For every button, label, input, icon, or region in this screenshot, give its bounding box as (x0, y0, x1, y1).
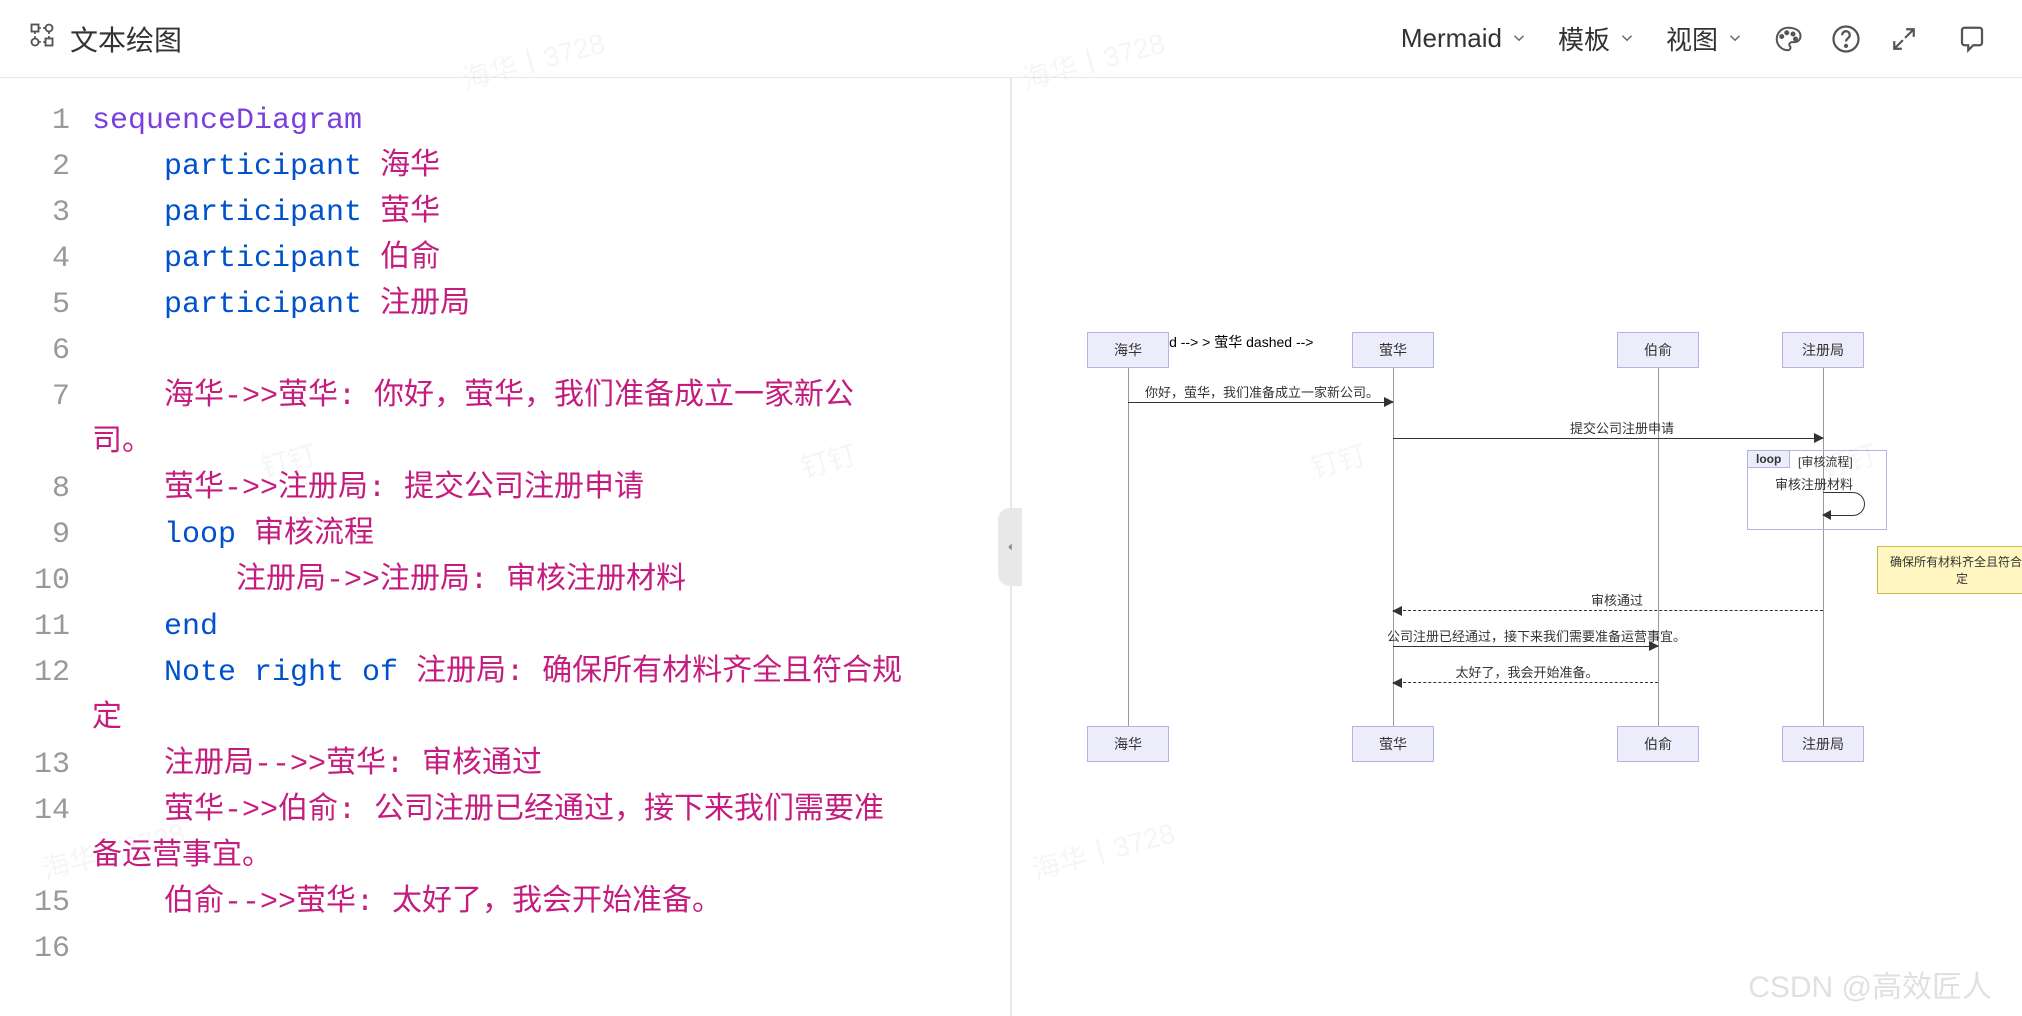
line-number: 15 (30, 880, 92, 926)
code-content[interactable]: 伯俞-->>萤华: 太好了，我会开始准备。 (92, 880, 722, 926)
code-line[interactable]: 7 海华->>萤华: 你好，萤华，我们准备成立一家新公 (30, 374, 1000, 420)
footer-watermark: CSDN @高效匠人 (1748, 962, 1992, 1006)
message-label: 太好了，我会开始准备。 (1437, 662, 1617, 681)
code-content[interactable]: 萤华->>伯俞: 公司注册已经通过，接下来我们需要准 (92, 788, 884, 834)
code-line[interactable]: 14 萤华->>伯俞: 公司注册已经通过，接下来我们需要准 (30, 788, 1000, 834)
arrow-dashed (1393, 610, 1823, 611)
code-line[interactable]: 8 萤华->>注册局: 提交公司注册申请 (30, 466, 1000, 512)
code-line[interactable]: 12 Note right of 注册局: 确保所有材料齐全且符合规 (30, 650, 1000, 696)
line-number: 3 (30, 190, 92, 236)
actor-box: 注册局 (1782, 726, 1864, 762)
line-number: 9 (30, 512, 92, 558)
template-label: 模板 (1558, 20, 1610, 57)
lifeline (1823, 368, 1824, 726)
line-number: 11 (30, 604, 92, 650)
code-content[interactable]: sequenceDiagram (92, 98, 362, 144)
line-number: 1 (30, 98, 92, 144)
code-content[interactable]: 注册局-->>萤华: 审核通过 (92, 742, 542, 788)
loop-name: [审核流程] (1798, 453, 1853, 470)
code-line[interactable]: 16 (30, 926, 1000, 972)
actor-box: 海华 (1087, 726, 1169, 762)
sequence-diagram: 海华 萤华 伯俞 注册局 海华 萤华 伯俞 注册局 你好，萤华，我们准备成立一家… (1087, 332, 1947, 762)
code-line[interactable]: 3 participant 萤华 (30, 190, 1000, 236)
line-number: 13 (30, 742, 92, 788)
help-button[interactable] (1824, 17, 1868, 61)
view-label: 视图 (1666, 20, 1718, 57)
arrow-dashed (1393, 682, 1658, 683)
renderer-label: Mermaid (1401, 23, 1502, 54)
code-content[interactable]: participant 萤华 (92, 190, 440, 236)
actor-box: 伯俞 (1617, 332, 1699, 368)
code-editor[interactable]: 1sequenceDiagram2 participant 海华3 partic… (0, 78, 1010, 1016)
line-number: 5 (30, 282, 92, 328)
code-content[interactable]: Note right of 注册局: 确保所有材料齐全且符合规 (92, 650, 902, 696)
line-number: 8 (30, 466, 92, 512)
code-content[interactable]: 海华->>萤华: 你好，萤华，我们准备成立一家新公 (92, 374, 854, 420)
code-line[interactable]: 6 (30, 328, 1000, 374)
self-loop-arrow (1823, 492, 1865, 516)
code-line[interactable]: 2 participant 海华 (30, 144, 1000, 190)
chat-button[interactable] (1950, 17, 1994, 61)
fullscreen-button[interactable] (1882, 17, 1926, 61)
main-area: 1sequenceDiagram2 participant 海华3 partic… (0, 78, 2022, 1016)
actor-box: 萤华 (1352, 332, 1434, 368)
line-number: 2 (30, 144, 92, 190)
line-number: 4 (30, 236, 92, 282)
lifeline (1128, 368, 1129, 726)
line-number: 14 (30, 788, 92, 834)
code-content[interactable]: participant 伯俞 (92, 236, 440, 282)
chevron-down-icon (1510, 23, 1528, 54)
title-text: 文本绘图 (70, 19, 182, 59)
chevron-down-icon (1618, 23, 1636, 54)
line-number: 10 (30, 558, 92, 604)
actor-box: 注册局 (1782, 332, 1864, 368)
actor-box: 海华 (1087, 332, 1169, 368)
arrow (1393, 646, 1658, 647)
app-title: 文本绘图 (28, 19, 182, 59)
code-line[interactable]: 5 participant 注册局 (30, 282, 1000, 328)
message-label: 公司注册已经通过，接下来我们需要准备运营事宜。 (1387, 626, 1667, 645)
toolbar: 文本绘图 Mermaid 模板 视图 (0, 0, 2022, 78)
theme-button[interactable] (1766, 17, 1810, 61)
view-dropdown[interactable]: 视图 (1658, 16, 1752, 61)
line-number: 12 (30, 650, 92, 696)
note-box: 确保所有材料齐全且符合规定 (1877, 546, 2022, 594)
message-label: 提交公司注册申请 (1447, 418, 1797, 437)
code-line[interactable]: 1sequenceDiagram (30, 98, 1000, 144)
diagram-type-icon (28, 21, 56, 56)
code-content[interactable]: end (92, 604, 218, 650)
code-content[interactable]: 注册局->>注册局: 审核注册材料 (92, 558, 686, 604)
line-number: 6 (30, 328, 92, 374)
code-content[interactable]: 萤华->>注册局: 提交公司注册申请 (92, 466, 644, 512)
arrow (1128, 402, 1393, 403)
template-dropdown[interactable]: 模板 (1550, 16, 1644, 61)
chevron-down-icon (1726, 23, 1744, 54)
lifeline (1393, 368, 1394, 726)
code-content[interactable]: participant 海华 (92, 144, 440, 190)
code-line[interactable]: 13 注册局-->>萤华: 审核通过 (30, 742, 1000, 788)
code-line[interactable]: 4 participant 伯俞 (30, 236, 1000, 282)
renderer-dropdown[interactable]: Mermaid (1393, 19, 1536, 58)
code-line[interactable]: 15 伯俞-->>萤华: 太好了，我会开始准备。 (30, 880, 1000, 926)
message-label: 审核通过 (1527, 590, 1707, 609)
code-line[interactable]: 10 注册局->>注册局: 审核注册材料 (30, 558, 1000, 604)
loop-tag: loop (1747, 450, 1790, 468)
code-content[interactable]: loop 审核流程 (92, 512, 374, 558)
preview-pane: 海华 萤华 伯俞 注册局 海华 萤华 伯俞 注册局 你好，萤华，我们准备成立一家… (1012, 78, 2022, 1016)
line-number: 16 (30, 926, 92, 972)
line-number: 7 (30, 374, 92, 420)
message-label: 你好，萤华，我们准备成立一家新公司。 (1137, 382, 1387, 401)
code-content[interactable]: participant 注册局 (92, 282, 470, 328)
actor-box: 萤华 (1352, 726, 1434, 762)
code-line[interactable]: 9 loop 审核流程 (30, 512, 1000, 558)
arrow (1393, 438, 1823, 439)
code-line[interactable]: 11 end (30, 604, 1000, 650)
actor-box: 伯俞 (1617, 726, 1699, 762)
message-label: 审核注册材料 (1775, 474, 1853, 493)
